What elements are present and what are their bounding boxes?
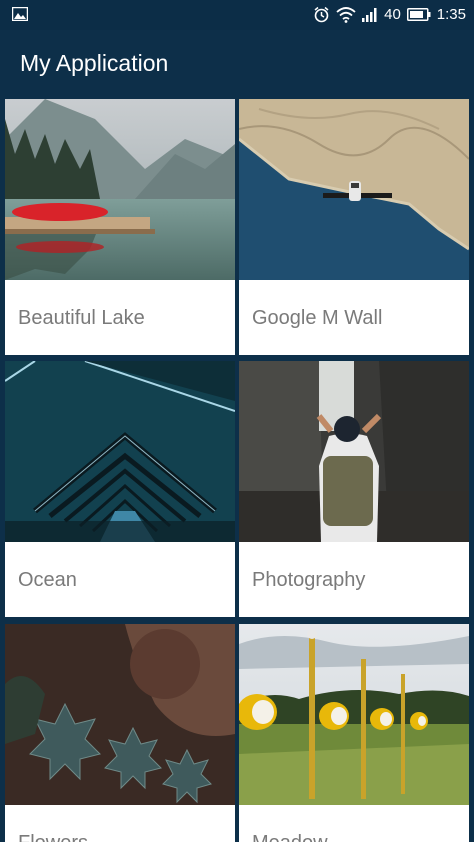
alarm-icon <box>313 6 330 23</box>
card-grid: Beautiful Lake Google M Wall Ocean Photo… <box>0 96 474 842</box>
card-label: Meadow <box>252 832 328 842</box>
gallery-notification-icon <box>12 7 28 21</box>
signal-text: 40 <box>384 6 401 23</box>
card-image-ocean <box>5 361 235 542</box>
card-label: Flowers <box>18 832 88 842</box>
card-image-succulents <box>5 624 235 805</box>
card-beautiful-lake[interactable]: Beautiful Lake <box>5 99 235 355</box>
card-image-satellite <box>239 99 469 280</box>
card-label: Google M Wall <box>252 307 383 329</box>
card-image-meadow <box>239 624 469 805</box>
card-label: Ocean <box>18 569 77 591</box>
card-flowers[interactable]: Flowers <box>5 624 235 842</box>
clock-text: 1:35 <box>436 6 466 23</box>
card-google-m-wall[interactable]: Google M Wall <box>239 99 469 355</box>
app-bar: My Application <box>0 30 474 96</box>
card-image-lake <box>5 99 235 280</box>
app-title: My Application <box>20 50 169 76</box>
card-meadow[interactable]: Meadow <box>239 624 469 842</box>
card-ocean[interactable]: Ocean <box>5 361 235 617</box>
wifi-icon <box>336 6 356 23</box>
status-bar: 40 1:35 <box>0 0 474 30</box>
card-image-photographer <box>239 361 469 542</box>
card-label: Photography <box>252 569 366 591</box>
battery-icon <box>406 8 431 21</box>
card-photography[interactable]: Photography <box>239 361 469 617</box>
signal-icon <box>362 7 378 22</box>
card-label: Beautiful Lake <box>18 307 145 329</box>
